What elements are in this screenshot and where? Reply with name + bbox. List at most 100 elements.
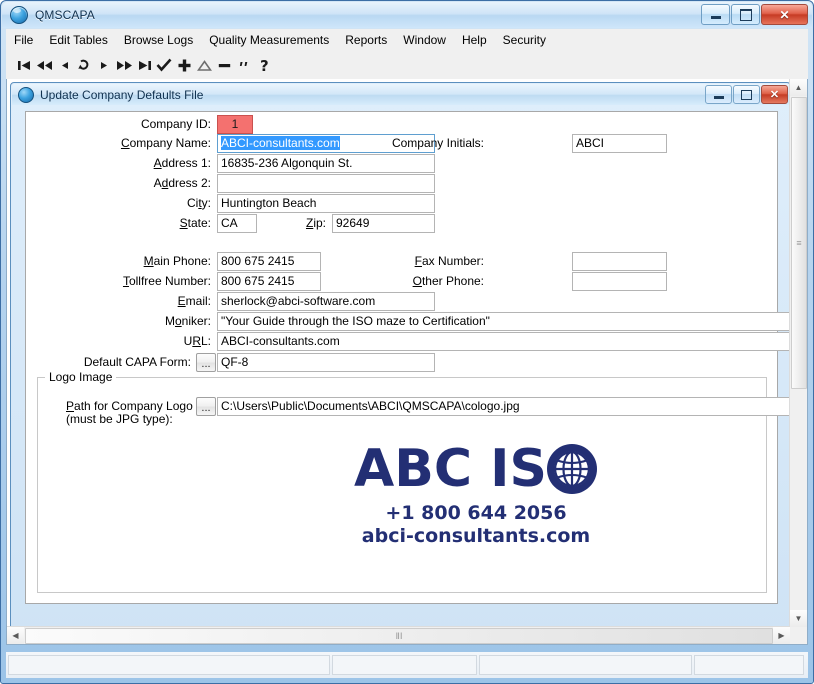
last-record-icon[interactable]	[134, 55, 154, 75]
company-name-selected-text: ABCI-consultants.com	[221, 136, 340, 150]
status-panel-3	[479, 655, 692, 675]
add-record-icon[interactable]	[174, 55, 194, 75]
logo-path-label-line2: (must be JPG type):	[66, 412, 173, 426]
url-label: URL:	[183, 334, 211, 348]
child-window-titlebar: Update Company Defaults File ✕	[12, 84, 791, 105]
window-controls: ✕	[701, 4, 808, 25]
company-defaults-form: Company ID: 1 Company Name: ABCI-consult…	[25, 111, 793, 604]
child-close-button[interactable]: ✕	[761, 85, 788, 104]
scroll-right-arrow[interactable]: ▶	[773, 627, 790, 644]
edit-triangle-icon[interactable]	[194, 55, 214, 75]
next-record-icon[interactable]	[94, 55, 114, 75]
scroll-up-arrow[interactable]: ▲	[790, 79, 807, 96]
company-name-label: Company Name:	[120, 136, 211, 150]
vertical-scroll-thumb[interactable]: ≡	[791, 97, 807, 389]
address2-field[interactable]	[217, 174, 435, 193]
company-id-field[interactable]: 1	[217, 115, 253, 134]
child-window-update-company-defaults: Update Company Defaults File ✕ Company I…	[10, 82, 793, 636]
main-phone-label: Main Phone:	[143, 254, 211, 268]
fast-rewind-icon[interactable]	[34, 55, 54, 75]
child-minimize-icon	[713, 96, 724, 99]
app-globe-icon	[10, 6, 28, 24]
other-phone-field[interactable]	[572, 272, 667, 291]
tollfree-number-field[interactable]: 800 675 2415	[217, 272, 321, 291]
child-globe-icon	[18, 86, 34, 103]
city-label: City:	[186, 196, 211, 210]
main-phone-field[interactable]: 800 675 2415	[217, 252, 321, 271]
child-restore-button[interactable]	[733, 85, 760, 104]
logo-phone-number: +1 800 644 2056	[385, 502, 567, 524]
logo-wordmark: ABC IS	[346, 442, 606, 496]
zip-label: Zip:	[305, 216, 326, 230]
svg-text:?: ?	[260, 58, 269, 73]
refresh-icon[interactable]	[74, 55, 94, 75]
menu-item-quality-measurements[interactable]: Quality Measurements	[201, 30, 337, 50]
status-panel-1	[8, 655, 330, 675]
company-initials-label: Company Initials:	[391, 136, 484, 150]
company-id-label: Company ID:	[140, 117, 211, 131]
maximize-button[interactable]	[731, 4, 760, 25]
fast-forward-icon[interactable]	[114, 55, 134, 75]
scroll-down-arrow[interactable]: ▼	[790, 610, 807, 627]
status-panel-4	[694, 655, 804, 675]
menu-item-security[interactable]: Security	[495, 30, 554, 50]
moniker-label: Moniker:	[164, 314, 211, 328]
default-capa-form-browse-button[interactable]: ...	[196, 353, 216, 372]
delete-record-icon[interactable]	[214, 55, 234, 75]
logo-website: abci-consultants.com	[361, 525, 591, 547]
horizontal-scroll-thumb[interactable]: ⅡⅠ	[25, 628, 773, 644]
menu-item-edit-tables[interactable]: Edit Tables	[41, 30, 115, 50]
menu-item-window[interactable]: Window	[395, 30, 454, 50]
cancel-quote-icon[interactable]	[234, 55, 254, 75]
tollfree-number-label: Tollfree Number:	[122, 274, 211, 288]
logo-path-browse-button[interactable]: ...	[196, 397, 216, 416]
menu-item-browse-logs[interactable]: Browse Logs	[116, 30, 201, 50]
company-logo-image: ABC IS +1 800 644 2056 abci-consultants.…	[346, 442, 606, 547]
child-window-title: Update Company Defaults File	[40, 87, 204, 102]
other-phone-label: Other Phone:	[412, 274, 484, 288]
window-titlebar: QMSCAPA ✕	[2, 2, 812, 28]
address2-label: Address 2:	[153, 176, 211, 190]
menu-item-file[interactable]: File	[6, 30, 41, 50]
company-initials-field[interactable]: ABCI	[572, 134, 667, 153]
child-restore-icon	[741, 89, 752, 100]
city-field[interactable]: Huntington Beach	[217, 194, 435, 213]
zip-field[interactable]: 92649	[332, 214, 435, 233]
statusbar	[6, 652, 808, 678]
fax-number-field[interactable]	[572, 252, 667, 271]
window-title: QMSCAPA	[35, 8, 95, 22]
status-panel-2	[332, 655, 477, 675]
previous-record-icon[interactable]	[54, 55, 74, 75]
address1-label: Address 1:	[153, 156, 211, 170]
logo-wordmark-text: ABC IS	[354, 439, 547, 499]
email-label: Email:	[177, 294, 211, 308]
minimize-icon	[710, 16, 721, 19]
first-record-icon[interactable]	[14, 55, 34, 75]
logo-path-label-line1: Path for Company Logo	[66, 399, 193, 413]
address1-field[interactable]: 16835-236 Algonquin St.	[217, 154, 435, 173]
menu-item-reports[interactable]: Reports	[337, 30, 395, 50]
help-question-icon[interactable]: ?	[254, 55, 274, 75]
toolbar: ?	[6, 51, 808, 79]
mdi-client-area: Update Company Defaults File ✕ Company I…	[6, 79, 808, 645]
logo-image-group-legend: Logo Image	[45, 370, 117, 384]
menubar: File Edit Tables Browse Logs Quality Mea…	[6, 29, 808, 52]
child-window-controls: ✕	[705, 85, 788, 104]
maximize-icon	[739, 8, 752, 21]
logo-path-field[interactable]: C:\Users\Public\Documents\ABCI\QMSCAPA\c…	[217, 397, 793, 416]
scroll-left-arrow[interactable]: ◀	[7, 627, 24, 644]
default-capa-form-field[interactable]: QF-8	[217, 353, 435, 372]
moniker-field[interactable]: "Your Guide through the ISO maze to Cert…	[217, 312, 793, 331]
state-label: State:	[179, 216, 211, 230]
accept-check-icon[interactable]	[154, 55, 174, 75]
menu-item-help[interactable]: Help	[454, 30, 495, 50]
email-field[interactable]: sherlock@abci-software.com	[217, 292, 435, 311]
child-minimize-button[interactable]	[705, 85, 732, 104]
mdi-vertical-scrollbar[interactable]: ▲ ≡ ▼	[789, 79, 807, 644]
mdi-horizontal-scrollbar[interactable]: ◀ ⅡⅠ ▶	[7, 626, 790, 644]
close-button[interactable]: ✕	[761, 4, 808, 25]
application-window: QMSCAPA ✕ File Edit Tables Browse Logs Q…	[0, 0, 814, 684]
minimize-button[interactable]	[701, 4, 730, 25]
globe-logo-icon	[546, 444, 597, 494]
url-field[interactable]: ABCI-consultants.com	[217, 332, 793, 351]
